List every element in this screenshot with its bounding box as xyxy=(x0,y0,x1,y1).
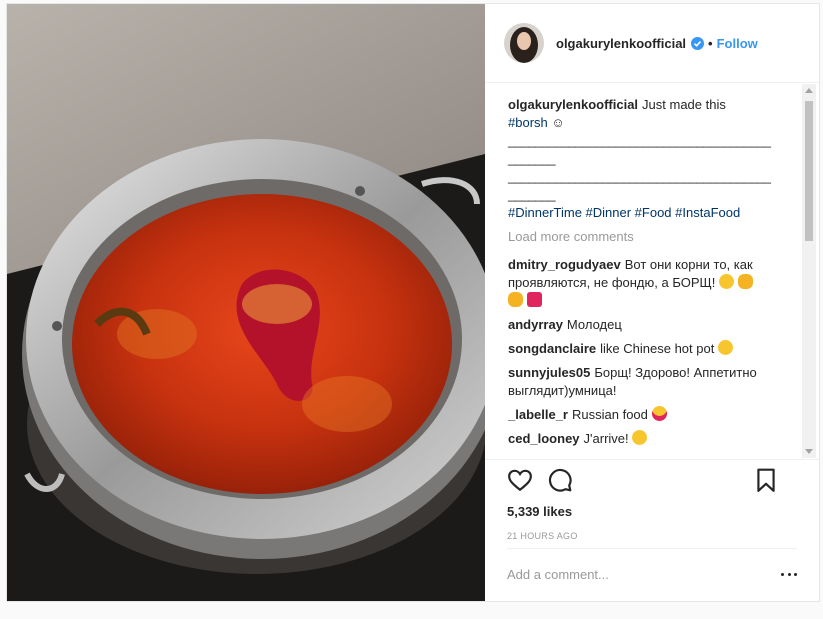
tears-of-joy-emoji-icon xyxy=(718,274,734,289)
add-comment-input[interactable]: Add a comment... xyxy=(507,567,781,582)
scrollbar-thumb[interactable] xyxy=(805,101,813,241)
likes-count[interactable]: 5,339 likes xyxy=(507,504,819,519)
avatar-photo-icon xyxy=(504,23,544,63)
comment: ced_looney J'arrive! xyxy=(508,430,801,448)
comment: dmitry_rogudyaev Вот они корни то, как пр… xyxy=(508,256,801,310)
clapping-hands-emoji-icon xyxy=(508,292,523,307)
comment-username[interactable]: _labelle_r xyxy=(508,407,568,422)
caption-emoji: ☺ xyxy=(551,115,565,130)
comment-icon[interactable] xyxy=(547,467,573,493)
post-card: olgakurylenkoofficial • Follow olgakuryl… xyxy=(6,3,820,602)
comment-text: J'arrive! xyxy=(583,431,629,446)
comments-scrollbar[interactable] xyxy=(802,84,816,458)
action-bar: 5,339 likes 21 HOURS AGO xyxy=(485,459,819,541)
heart-icon[interactable] xyxy=(507,467,533,493)
caption-hashtag[interactable]: #borsh xyxy=(508,115,548,130)
scroll-down-arrow-icon[interactable] xyxy=(805,449,813,454)
follow-button[interactable]: Follow xyxy=(717,36,758,51)
comment-username[interactable]: sunnyjules05 xyxy=(508,365,590,380)
load-more-comments-button[interactable]: Load more comments xyxy=(508,228,801,246)
caption-separator-line: _______________________________________ xyxy=(508,133,771,148)
caption-separator-line: _______ xyxy=(508,151,556,166)
caption-hashtags[interactable]: #DinnerTime #Dinner #Food #InstaFood xyxy=(508,205,740,220)
comment-username[interactable]: andyrray xyxy=(508,317,563,332)
caption-username[interactable]: olgakurylenkoofficial xyxy=(508,97,638,112)
header-separator: • xyxy=(708,35,713,51)
comment-text: Russian food xyxy=(572,407,648,422)
comment-username[interactable]: ced_looney xyxy=(508,431,580,446)
more-options-icon[interactable] xyxy=(781,572,797,577)
comment: andyrray Молодец xyxy=(508,316,801,334)
post-timestamp[interactable]: 21 HOURS AGO xyxy=(507,531,819,541)
comment-text: like Chinese hot pot xyxy=(600,341,715,356)
verified-badge-icon xyxy=(691,36,705,50)
post-photo[interactable] xyxy=(7,4,485,601)
hundred-points-emoji-icon xyxy=(526,292,542,307)
caption-text: Just made this xyxy=(642,97,726,112)
borscht-pot-image xyxy=(7,4,485,601)
clapping-hands-emoji-icon xyxy=(737,274,753,289)
comment-username[interactable]: dmitry_rogudyaev xyxy=(508,257,621,272)
comment: _labelle_r Russian food xyxy=(508,406,801,424)
avatar[interactable] xyxy=(504,23,544,63)
heart-eyes-emoji-icon xyxy=(651,406,667,421)
header-username[interactable]: olgakurylenkoofficial xyxy=(556,36,686,51)
add-comment-bar: Add a comment... xyxy=(507,548,797,600)
grinning-face-emoji-icon xyxy=(717,340,733,355)
comments-list[interactable]: olgakurylenkoofficial Just made this #bor… xyxy=(485,84,801,458)
post-header: olgakurylenkoofficial • Follow xyxy=(485,4,819,83)
comment-text: Молодец xyxy=(566,317,622,332)
tears-of-joy-emoji-icon xyxy=(632,430,648,445)
scroll-up-arrow-icon[interactable] xyxy=(805,88,813,93)
comment: songdanclaire like Chinese hot pot xyxy=(508,340,801,358)
post-sidebar: olgakurylenkoofficial • Follow olgakuryl… xyxy=(485,4,819,601)
caption: olgakurylenkoofficial Just made this #bor… xyxy=(508,96,801,222)
bookmark-icon[interactable] xyxy=(753,467,779,493)
comment: sunnyjules05 Борщ! Здорово! Аппетитно выг… xyxy=(508,364,801,400)
caption-separator-line: _______ xyxy=(508,187,556,202)
comment-username[interactable]: songdanclaire xyxy=(508,341,596,356)
caption-separator-line: _______________________________________ xyxy=(508,169,771,184)
